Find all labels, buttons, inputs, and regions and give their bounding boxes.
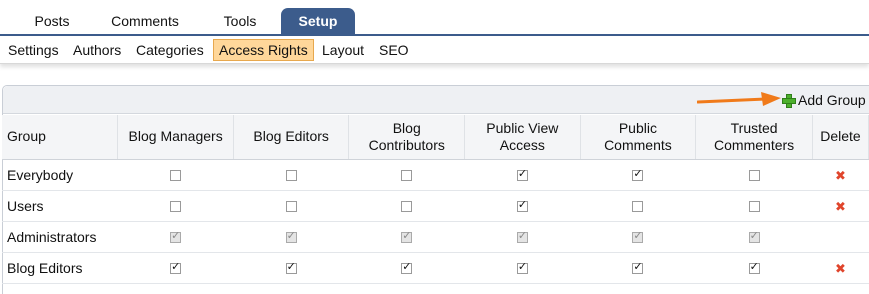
checkbox-blog-managers[interactable] [170,260,182,275]
main-tabs: Posts Comments Tools Setup [0,0,869,36]
delete-icon[interactable]: ✖ [835,170,846,183]
cell-public-view-access [464,252,581,284]
cell-blog-editors [233,159,349,191]
checkbox-blog-editors[interactable] [285,260,297,275]
checkbox-blog-editors[interactable] [285,201,297,213]
subnav-seo[interactable]: SEO [374,39,414,61]
add-group-button[interactable]: Add Group [782,91,866,109]
checkbox-public-comments[interactable] [632,201,644,213]
delete-icon[interactable]: ✖ [835,201,846,214]
column-header-trusted-commenters: Trusted Commenters [695,115,813,160]
checkbox-blog-contributors [401,229,413,244]
cell-public-comments [580,159,696,191]
cell-blog-contributors [348,190,465,222]
cell-trusted-commenters [695,190,813,222]
checkbox-blog-contributors[interactable] [401,170,413,182]
cell-blog-contributors [348,252,465,284]
cell-blog-editors [233,252,349,284]
cell-public-comments [580,190,696,222]
cell-public-comments [580,252,696,284]
column-header-blog-contributors: Blog Contributors [348,115,466,160]
group-name: Administrators [2,221,118,253]
checkbox-blog-managers[interactable] [170,201,182,213]
subnav-access-rights[interactable]: Access Rights [213,39,314,61]
checkbox-blog-managers [170,229,182,244]
checkbox-public-view-access[interactable] [516,167,528,182]
cell-delete: ✖ [812,252,869,284]
tab-setup[interactable]: Setup [281,8,355,35]
arrow-annotation [697,92,781,106]
checkbox-public-comments[interactable] [632,167,644,182]
cell-blog-managers [117,159,234,191]
checkbox-blog-contributors[interactable] [401,260,413,275]
group-name: Users [2,190,118,222]
subnav-settings[interactable]: Settings [3,39,64,61]
column-header-delete: Delete [812,115,869,160]
checkbox-blog-contributors[interactable] [401,201,413,213]
cell-trusted-commenters [695,159,813,191]
column-header-public-view-access: Public View Access [464,115,581,160]
cell-blog-contributors [348,221,465,253]
subnav-authors[interactable]: Authors [68,39,126,61]
table-row: Blog Editors ✖ [2,252,869,284]
checkbox-blog-editors[interactable] [285,170,297,182]
checkbox-blog-managers[interactable] [170,170,182,182]
checkbox-public-view-access[interactable] [516,260,528,275]
checkbox-blog-editors [285,229,297,244]
checkbox-public-view-access [516,229,528,244]
table-body: Everybody ✖ Users ✖ AdministratorsBlog Edito… [2,159,869,284]
cell-delete [812,221,869,253]
access-rights-table: Group Blog Managers Blog Editors Blog Co… [2,115,869,284]
cell-public-comments [580,221,696,253]
group-name: Blog Editors [2,252,118,284]
tab-comments[interactable]: Comments [104,9,186,34]
checkbox-trusted-commenters[interactable] [748,201,760,213]
checkbox-trusted-commenters [748,229,760,244]
cell-delete: ✖ [812,159,869,191]
checkbox-trusted-commenters[interactable] [748,260,760,275]
cell-blog-managers [117,221,234,253]
cell-public-view-access [464,221,581,253]
cell-delete: ✖ [812,190,869,222]
column-header-blog-managers: Blog Managers [117,115,234,160]
delete-icon[interactable]: ✖ [835,263,846,276]
cell-blog-editors [233,221,349,253]
column-header-public-comments: Public Comments [580,115,697,160]
checkbox-public-view-access[interactable] [516,198,528,213]
table-row: Users ✖ [2,190,869,222]
cell-blog-editors [233,190,349,222]
table-header-row: Group Blog Managers Blog Editors Blog Co… [2,115,869,160]
subnav-layout[interactable]: Layout [317,39,369,61]
cell-blog-managers [117,252,234,284]
sub-navigation: Settings Authors Categories Access Right… [0,36,869,64]
column-header-blog-editors: Blog Editors [233,115,350,160]
tab-posts[interactable]: Posts [22,9,82,34]
group-name: Everybody [2,159,118,191]
cell-blog-managers [117,190,234,222]
cell-public-view-access [464,159,581,191]
cell-blog-contributors [348,159,465,191]
checkbox-trusted-commenters[interactable] [748,170,760,182]
table-row: Everybody ✖ [2,159,869,191]
subnav-categories[interactable]: Categories [131,39,209,61]
checkbox-public-comments[interactable] [632,260,644,275]
table-row: Administrators [2,221,869,253]
plus-icon [782,94,796,108]
tab-tools[interactable]: Tools [212,9,268,34]
add-group-label: Add Group [798,92,866,108]
cell-trusted-commenters [695,221,813,253]
checkbox-public-comments [632,229,644,244]
cell-trusted-commenters [695,252,813,284]
cell-public-view-access [464,190,581,222]
column-header-group: Group [2,115,119,160]
